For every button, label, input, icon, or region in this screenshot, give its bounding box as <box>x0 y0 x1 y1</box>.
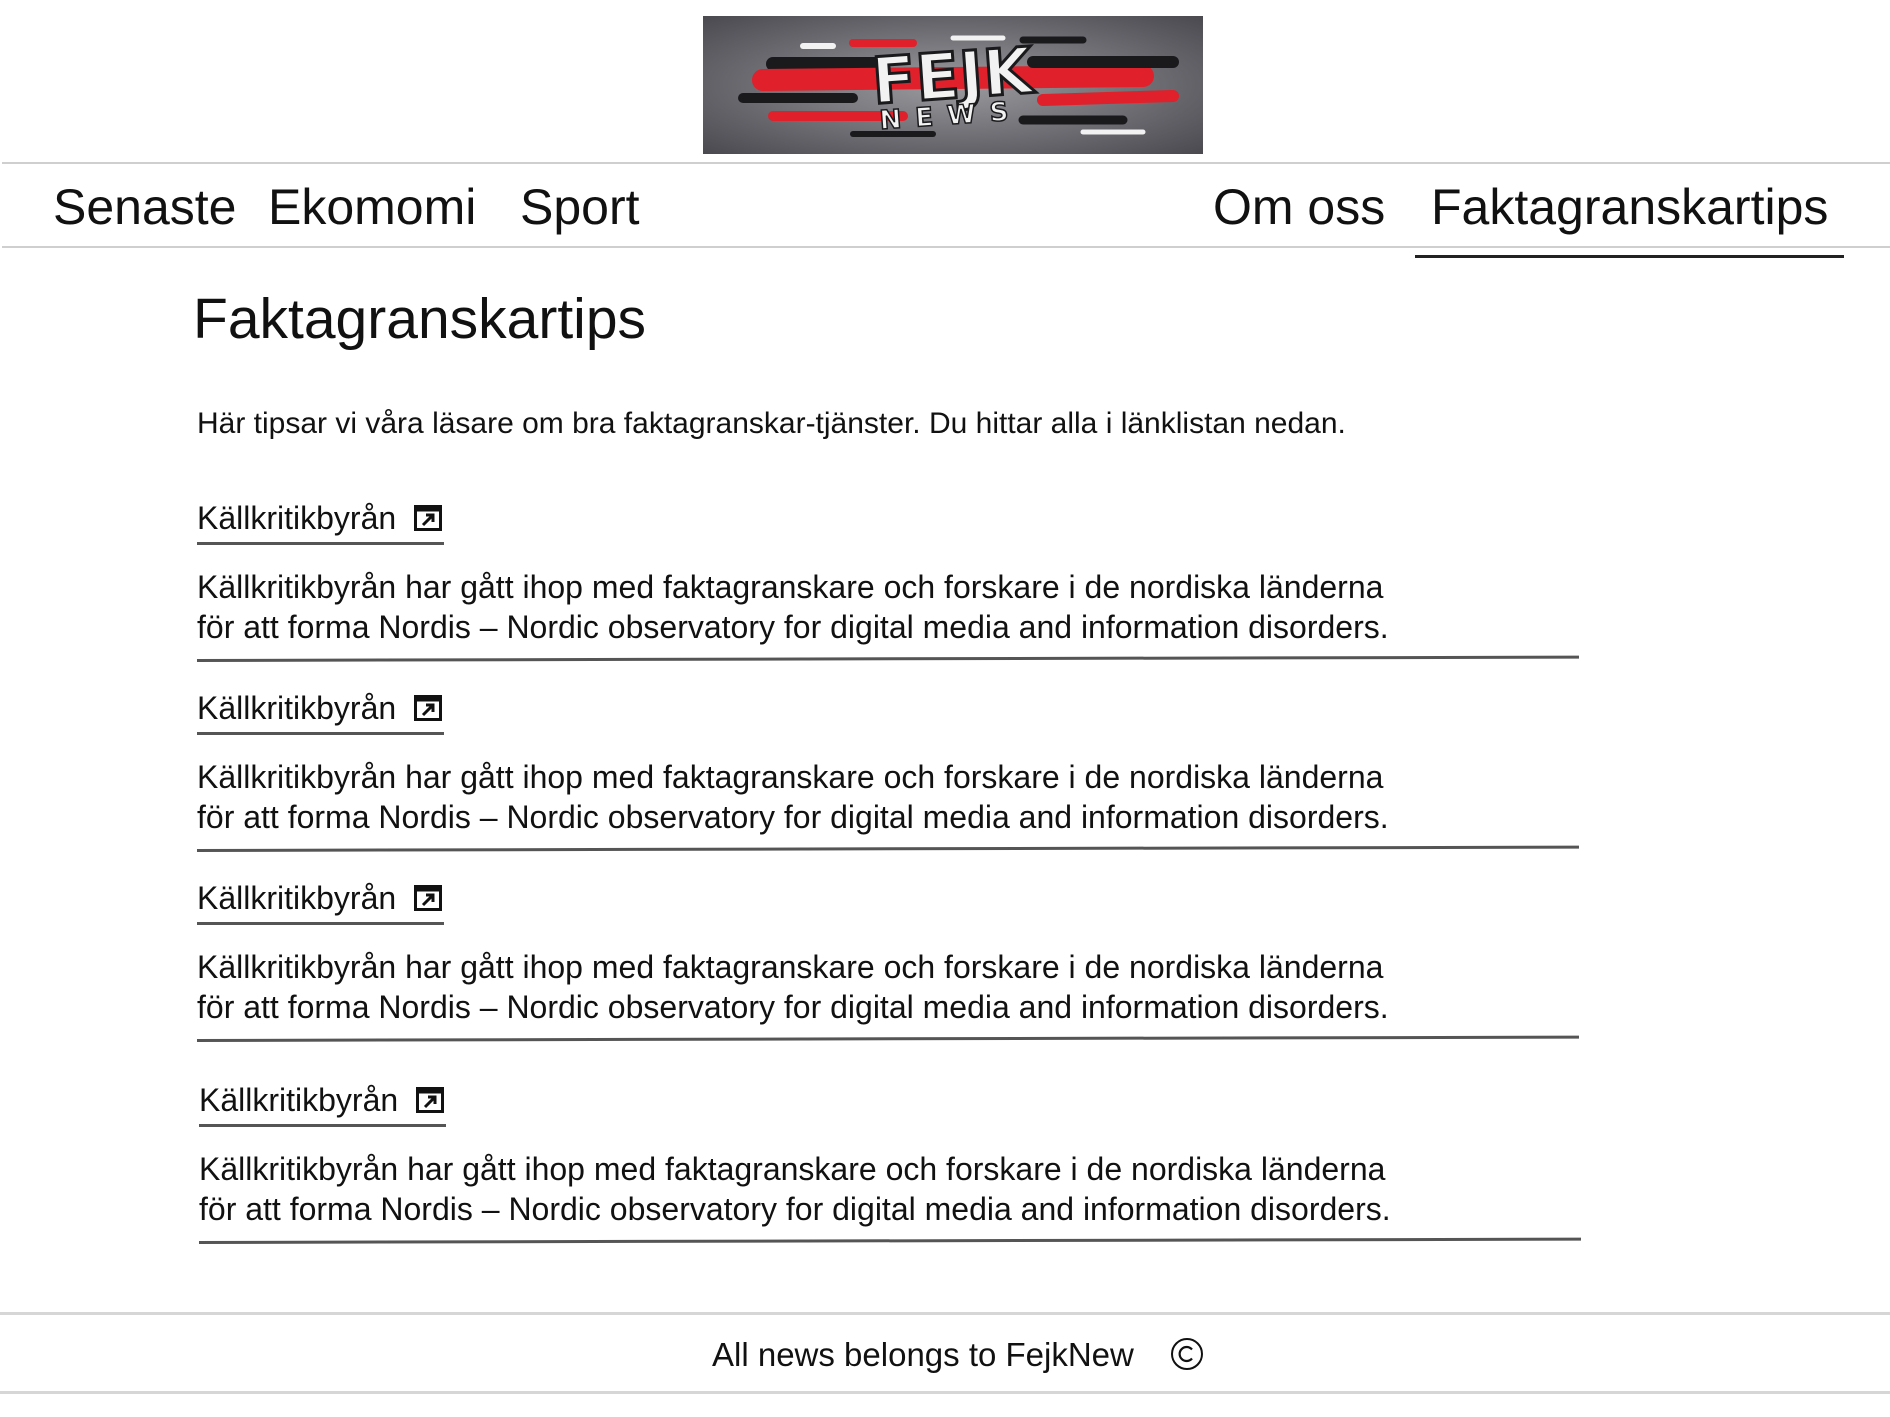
page-title: Faktagranskartips <box>193 287 647 351</box>
divider <box>196 1035 1579 1042</box>
entry-description-line: Källkritikbyrån har gått ihop med faktag… <box>199 1151 1386 1187</box>
entry-description-line: för att forma Nordis – Nordic observator… <box>197 799 1389 835</box>
entry-link-label: Källkritikbyrån <box>199 1082 399 1118</box>
nav-sport[interactable]: Sport <box>520 172 640 242</box>
nav-ekomomi[interactable]: Ekomomi <box>268 172 476 242</box>
list-item: Källkritikbyrån Källkritikbyrån har gått… <box>196 496 1579 662</box>
footer: All news belongs to FejkNew <box>0 1312 1890 1394</box>
list-item: Källkritikbyrån Källkritikbyrån har gått… <box>196 876 1579 1042</box>
entry-description: Källkritikbyrån har gått ihop med faktag… <box>197 947 1477 1027</box>
nav-senaste[interactable]: Senaste <box>53 172 236 242</box>
intro-text: Här tipsar vi våra läsare om bra faktagr… <box>197 407 1346 440</box>
divider <box>196 655 1579 662</box>
entry-description: Källkritikbyrån har gått ihop med faktag… <box>197 567 1477 647</box>
entry-link-label: Källkritikbyrån <box>197 500 397 536</box>
entry-link[interactable]: Källkritikbyrån <box>197 876 445 925</box>
nav-om-oss[interactable]: Om oss <box>1213 172 1385 242</box>
external-link-icon <box>416 1087 445 1113</box>
entry-description-line: Källkritikbyrån har gått ihop med faktag… <box>197 949 1384 985</box>
entry-description: Källkritikbyrån har gått ihop med faktag… <box>199 1149 1479 1229</box>
external-link-icon <box>414 885 443 911</box>
logo-image: FEJK NEWS <box>703 16 1203 154</box>
nav-faktagranskartips[interactable]: Faktagranskartips <box>1414 172 1845 258</box>
external-link-icon <box>414 505 443 531</box>
entry-link[interactable]: Källkritikbyrån <box>197 496 445 545</box>
entry-description-line: för att forma Nordis – Nordic observator… <box>197 609 1389 645</box>
copyright-icon <box>1170 1337 1204 1371</box>
footer-text: All news belongs to FejkNew <box>712 1336 1134 1373</box>
entry-description-line: för att forma Nordis – Nordic observator… <box>197 989 1389 1025</box>
entry-description: Källkritikbyrån har gått ihop med faktag… <box>197 757 1477 837</box>
entry-description-line: för att forma Nordis – Nordic observator… <box>199 1191 1391 1227</box>
entry-link[interactable]: Källkritikbyrån <box>199 1078 447 1127</box>
main-nav: Senaste Ekomomi Sport Om oss Faktagransk… <box>2 162 1890 258</box>
entry-link[interactable]: Källkritikbyrån <box>197 686 445 735</box>
site-logo[interactable]: FEJK NEWS <box>703 16 1203 154</box>
entry-description-line: Källkritikbyrån har gått ihop med faktag… <box>197 569 1384 605</box>
entry-link-label: Källkritikbyrån <box>197 690 397 726</box>
list-item: Källkritikbyrån Källkritikbyrån har gått… <box>196 686 1579 852</box>
entry-link-label: Källkritikbyrån <box>197 880 397 916</box>
entry-description-line: Källkritikbyrån har gått ihop med faktag… <box>197 759 1384 795</box>
divider <box>196 845 1579 852</box>
divider <box>198 1237 1581 1244</box>
external-link-icon <box>414 695 443 721</box>
list-item: Källkritikbyrån Källkritikbyrån har gått… <box>198 1078 1581 1244</box>
